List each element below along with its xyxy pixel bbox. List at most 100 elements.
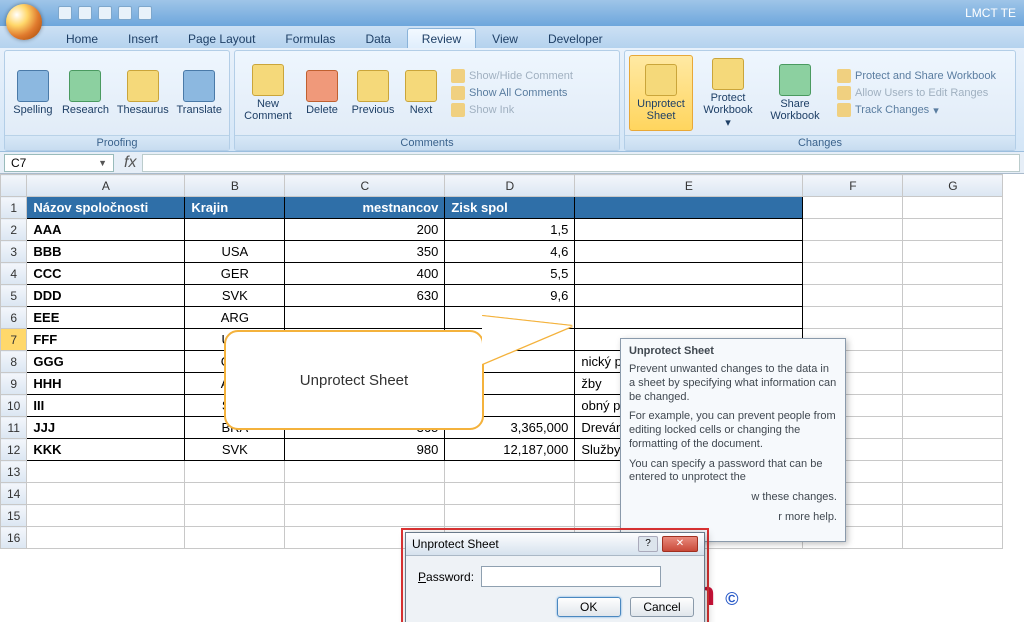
cell[interactable] [575, 307, 803, 329]
cell[interactable] [285, 483, 445, 505]
dialog-titlebar[interactable]: Unprotect Sheet ? ✕ [406, 533, 704, 556]
cell[interactable] [903, 505, 1003, 527]
cell[interactable]: ARG [185, 307, 285, 329]
allow-users-edit-ranges[interactable]: Allow Users to Edit Ranges [833, 85, 1000, 101]
cell[interactable]: USA [185, 241, 285, 263]
tab-developer[interactable]: Developer [534, 29, 617, 48]
previous-comment-button[interactable]: Previous [347, 55, 399, 131]
cell[interactable]: 350 [285, 241, 445, 263]
cell[interactable] [903, 241, 1003, 263]
tab-formulas[interactable]: Formulas [271, 29, 349, 48]
row-header[interactable]: 15 [1, 505, 27, 527]
ok-button[interactable]: OK [557, 597, 621, 617]
col-header-D[interactable]: D [445, 175, 575, 197]
cell[interactable]: GER [185, 263, 285, 285]
cell[interactable]: JJJ [27, 417, 185, 439]
show-all-comments[interactable]: Show All Comments [447, 85, 577, 101]
header-cell[interactable]: Krajin [185, 197, 285, 219]
cell[interactable]: FFF [27, 329, 185, 351]
row-header[interactable]: 4 [1, 263, 27, 285]
cell[interactable]: 9,6 [445, 285, 575, 307]
cell[interactable]: CCC [27, 263, 185, 285]
cell[interactable] [903, 351, 1003, 373]
cell[interactable] [575, 263, 803, 285]
office-button[interactable] [6, 4, 42, 40]
cell[interactable] [185, 219, 285, 241]
undo-icon[interactable] [78, 6, 92, 20]
row-header[interactable]: 5 [1, 285, 27, 307]
cell[interactable] [903, 219, 1003, 241]
col-header-A[interactable]: A [27, 175, 185, 197]
name-box[interactable]: C7▼ [4, 154, 114, 172]
share-workbook-button[interactable]: Share Workbook [763, 55, 827, 131]
tab-view[interactable]: View [478, 29, 532, 48]
cell[interactable] [803, 219, 903, 241]
unprotect-sheet-button[interactable]: Unprotect Sheet [629, 55, 693, 131]
cell[interactable]: BBB [27, 241, 185, 263]
cell[interactable]: 12,187,000 [445, 439, 575, 461]
cell[interactable] [575, 219, 803, 241]
cell[interactable] [903, 329, 1003, 351]
row-header[interactable]: 7 [1, 329, 27, 351]
translate-button[interactable]: Translate [173, 55, 225, 131]
name-box-dropdown-icon[interactable]: ▼ [98, 158, 107, 168]
col-header-C[interactable]: C [285, 175, 445, 197]
col-header-F[interactable]: F [803, 175, 903, 197]
track-changes[interactable]: Track Changes ▾ [833, 102, 1000, 118]
cell[interactable] [285, 505, 445, 527]
cell[interactable]: 1,5 [445, 219, 575, 241]
cell[interactable] [803, 241, 903, 263]
cell[interactable] [903, 461, 1003, 483]
col-header-B[interactable]: B [185, 175, 285, 197]
cell[interactable]: DDD [27, 285, 185, 307]
cell[interactable]: KKK [27, 439, 185, 461]
tab-page-layout[interactable]: Page Layout [174, 29, 269, 48]
row-header[interactable]: 6 [1, 307, 27, 329]
row-header[interactable]: 11 [1, 417, 27, 439]
formula-input[interactable] [142, 154, 1020, 172]
row-header[interactable]: 8 [1, 351, 27, 373]
cell[interactable] [903, 527, 1003, 549]
cell[interactable] [285, 461, 445, 483]
row-header[interactable]: 12 [1, 439, 27, 461]
dialog-close-button[interactable]: ✕ [662, 536, 698, 552]
password-input[interactable] [481, 566, 661, 587]
cell[interactable] [803, 197, 903, 219]
show-ink[interactable]: Show Ink [447, 102, 577, 118]
cell[interactable] [27, 483, 185, 505]
cell[interactable] [27, 461, 185, 483]
dialog-help-button[interactable]: ? [638, 536, 658, 552]
qat-icon-4[interactable] [118, 6, 132, 20]
cell[interactable] [903, 285, 1003, 307]
spelling-button[interactable]: Spelling [9, 55, 57, 131]
protect-share-workbook[interactable]: Protect and Share Workbook [833, 68, 1000, 84]
save-icon[interactable] [58, 6, 72, 20]
row-header[interactable]: 2 [1, 219, 27, 241]
cell[interactable]: GGG [27, 351, 185, 373]
cell[interactable] [185, 527, 285, 549]
cell[interactable] [445, 483, 575, 505]
cell[interactable] [27, 527, 185, 549]
cell[interactable] [903, 263, 1003, 285]
cell[interactable] [445, 461, 575, 483]
tab-data[interactable]: Data [351, 29, 404, 48]
cell[interactable] [575, 241, 803, 263]
tab-review[interactable]: Review [407, 28, 476, 48]
col-header-G[interactable]: G [903, 175, 1003, 197]
cell[interactable]: 200 [285, 219, 445, 241]
show-hide-comment[interactable]: Show/Hide Comment [447, 68, 577, 84]
protect-workbook-button[interactable]: Protect Workbook ▾ [695, 55, 761, 131]
cell[interactable] [903, 483, 1003, 505]
redo-icon[interactable] [98, 6, 112, 20]
cell[interactable]: III [27, 395, 185, 417]
cell[interactable] [903, 417, 1003, 439]
cell[interactable] [903, 307, 1003, 329]
cell[interactable]: AAA [27, 219, 185, 241]
cell[interactable] [803, 307, 903, 329]
cell[interactable]: 400 [285, 263, 445, 285]
fx-icon[interactable]: fx [118, 154, 142, 172]
select-all-corner[interactable] [1, 175, 27, 197]
qat-icon-5[interactable] [138, 6, 152, 20]
header-cell[interactable]: Názov spoločnosti [27, 197, 185, 219]
cell[interactable]: HHH [27, 373, 185, 395]
